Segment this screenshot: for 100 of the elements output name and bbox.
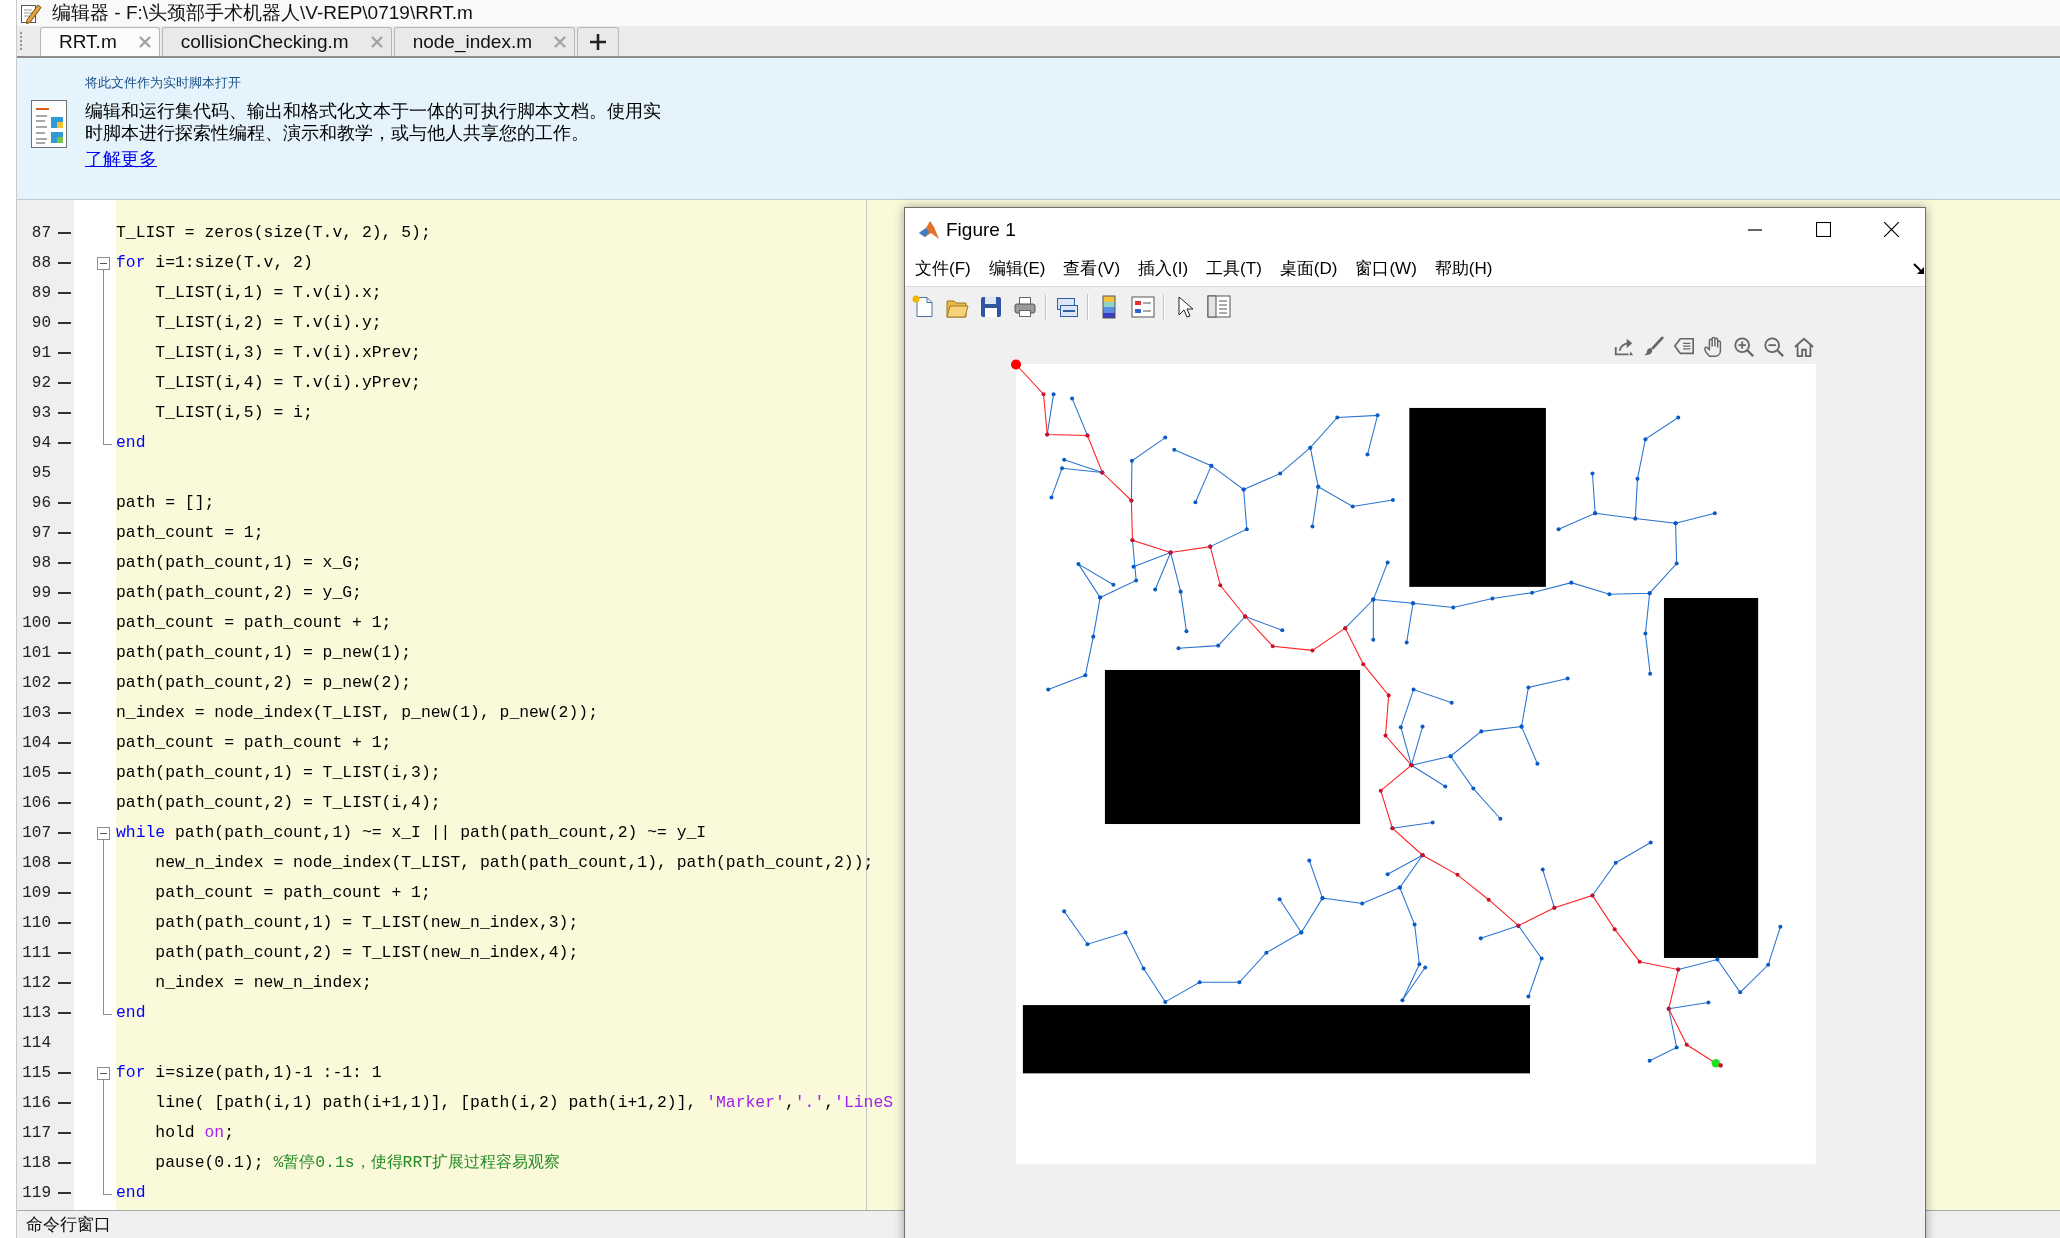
new-tab-button[interactable] (577, 27, 619, 56)
line-number: 90 (30, 313, 51, 332)
code-line: T_LIST(i,4) = T.v(i).yPrev; (155, 371, 421, 394)
collapse-icon[interactable] (97, 256, 110, 270)
print-icon (1014, 295, 1036, 318)
line-number: 119 (21, 1183, 51, 1202)
code-line: path_count = path_count + 1; (116, 611, 392, 634)
panel-title: 命令行窗口 (26, 1214, 111, 1236)
grip-icon[interactable] (19, 31, 23, 51)
menu-item[interactable]: 桌面(D) (1271, 254, 1346, 283)
line-number: 93 (30, 403, 51, 422)
save-icon (980, 295, 1002, 318)
code-line: path(path_count,1) = T_LIST(i,3); (116, 761, 441, 784)
window-title: Figure 1 (946, 218, 1016, 241)
close-icon (1883, 222, 1899, 237)
menu-item[interactable]: 插入(I) (1130, 254, 1197, 283)
code-line: line( [path(i,1) path(i+1,1)], [path(i,2) path(i+1,2)], 'Marker','.','LineS (155, 1091, 894, 1114)
code-line: T_LIST(i,5) = i; (155, 401, 313, 424)
line-number: 104 (21, 733, 51, 752)
line-number: 116 (21, 1093, 51, 1112)
line-number: 113 (21, 1003, 51, 1022)
editor-tab[interactable]: collisionChecking.m (161, 27, 392, 56)
code-line: n_index = node_index(T_LIST, p_new(1), p_new(2)); (116, 701, 598, 724)
menu-item[interactable]: 查看(V) (1055, 254, 1129, 283)
code-line: hold on; (155, 1121, 235, 1144)
menu-item[interactable]: 帮助(H) (1426, 254, 1501, 283)
line-number: 117 (21, 1123, 51, 1142)
maximize-icon (1815, 222, 1831, 237)
home-icon (1793, 336, 1815, 358)
line-number: 110 (21, 913, 51, 932)
code-line: for i=size(path,1)-1 :-1: 1 (116, 1061, 382, 1084)
code-line: path_count = path_count + 1; (155, 881, 431, 904)
new-file-icon (912, 294, 934, 319)
collapse-icon[interactable] (97, 1066, 110, 1080)
code-line: path = []; (116, 491, 215, 514)
zoom-in-icon (1733, 336, 1755, 358)
line-number: 96 (30, 493, 51, 512)
line-number: 97 (30, 523, 51, 542)
editor-title: 编辑器 - F:\头颈部手术机器人\V-REP\0719\RRT.m (52, 1, 473, 25)
code-line: end (116, 431, 146, 454)
code-line: path(path_count,2) = y_G; (116, 581, 362, 604)
property-button[interactable] (1205, 292, 1233, 321)
line-number: 88 (30, 253, 51, 272)
code-line: path(path_count,2) = T_LIST(new_n_index,4); (155, 941, 579, 964)
line-number: 118 (21, 1153, 51, 1172)
code-line: path(path_count,2) = p_new(2); (116, 671, 412, 694)
line-number: 102 (21, 673, 51, 692)
code-line: end (116, 1001, 146, 1024)
menu-item[interactable]: 文件(F) (907, 254, 979, 283)
line-number: 91 (30, 343, 51, 362)
colorbar-icon (1102, 294, 1116, 319)
collapse-icon[interactable] (97, 826, 110, 840)
line-number: 108 (21, 853, 51, 872)
line-number: 87 (30, 223, 51, 242)
editor-tab[interactable]: RRT.m (40, 27, 160, 56)
code-line: path(path_count,1) = x_G; (116, 551, 362, 574)
export-icon (1613, 336, 1635, 358)
windows-stack-icon (1055, 296, 1079, 317)
code-line: T_LIST(i,3) = T.v(i).xPrev; (155, 341, 421, 364)
learn-more-link[interactable]: 了解更多 (85, 148, 157, 170)
code-line: T_LIST(i,1) = T.v(i).x; (155, 281, 382, 304)
line-number: 98 (30, 553, 51, 572)
minimize-icon (1748, 228, 1762, 231)
code-line: path_count = path_count + 1; (116, 731, 392, 754)
line-number: 107 (21, 823, 51, 842)
menu-item[interactable]: 窗口(W) (1347, 254, 1425, 283)
code-line: T_LIST(i,2) = T.v(i).y; (155, 311, 382, 334)
document-icon (31, 100, 67, 148)
line-number: 95 (30, 463, 51, 482)
line-number: 114 (21, 1033, 51, 1052)
pointer-icon (1176, 295, 1194, 318)
code-line: T_LIST = zeros(size(T.v, 2), 5); (116, 221, 431, 244)
dock-arrow-icon[interactable] (1913, 262, 1925, 275)
code-line: pause(0.1); %暂停0.1s，使得RRT扩展过程容易观察 (155, 1151, 561, 1174)
plus-icon (590, 34, 606, 50)
code-line: path(path_count,1) = T_LIST(new_n_index,3); (155, 911, 579, 934)
code-line: end (116, 1181, 146, 1204)
zoom-out-icon (1763, 336, 1785, 358)
code-line: for i=1:size(T.v, 2) (116, 251, 313, 274)
line-number: 99 (30, 583, 51, 602)
menu-item[interactable]: 编辑(E) (980, 254, 1054, 283)
menu-item[interactable]: 工具(T) (1198, 254, 1270, 283)
code-line: path_count = 1; (116, 521, 264, 544)
line-number: 92 (30, 373, 51, 392)
line-number: 112 (21, 973, 51, 992)
banner-heading: 将此文件作为实时脚本打开 (85, 75, 241, 91)
code-line: path(path_count,2) = T_LIST(i,4); (116, 791, 441, 814)
line-number: 89 (30, 283, 51, 302)
editor-tab[interactable]: node_index.m (393, 27, 575, 56)
line-number: 94 (30, 433, 51, 452)
code-line: while path(path_count,1) ~= x_I || path(path_count,2) ~= y_I (116, 821, 707, 844)
code-line: path(path_count,1) = p_new(1); (116, 641, 412, 664)
line-number: 111 (21, 943, 51, 962)
panel-icon (1207, 295, 1231, 318)
line-number: 106 (21, 793, 51, 812)
line-number: 101 (21, 643, 51, 662)
banner-text: 编辑和运行集代码、输出和格式化文本于一体的可执行脚本文档。使用实时脚本进行探索性编程、演示和教学，或与他人共享您的工作。 (85, 100, 662, 144)
line-number: 115 (21, 1063, 51, 1082)
legend-icon (1131, 295, 1155, 318)
line-number: 103 (21, 703, 51, 722)
